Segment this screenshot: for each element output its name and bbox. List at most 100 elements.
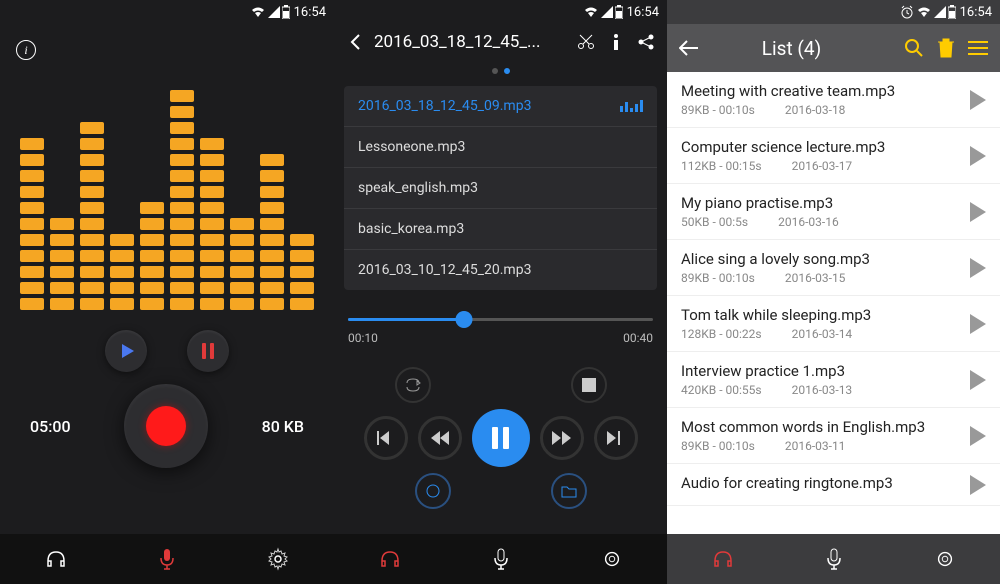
play-item-button[interactable] [970, 370, 986, 390]
trash-icon [938, 38, 954, 58]
pager-dots [334, 60, 667, 86]
file-name: Interview practice 1.mp3 [681, 362, 970, 380]
track-name: 2016_03_10_12_45_20.mp3 [358, 262, 531, 278]
info-button[interactable]: i [16, 40, 36, 60]
play-item-button[interactable] [970, 258, 986, 278]
file-size-duration: 89KB - 00:10s [681, 439, 755, 453]
bottom-nav [667, 534, 1000, 584]
file-name: Most common words in English.mp3 [681, 418, 970, 436]
speed-button[interactable] [415, 473, 451, 509]
cut-icon[interactable] [575, 33, 597, 51]
list-item[interactable]: Most common words in English.mp3 89KB - 0… [667, 408, 1000, 464]
list-item[interactable]: Tom talk while sleeping.mp3128KB - 00:22… [667, 296, 1000, 352]
play-item-button[interactable] [970, 426, 986, 446]
info-icon[interactable] [605, 33, 627, 51]
forward-button[interactable] [540, 416, 584, 460]
tab-record[interactable] [778, 534, 889, 584]
play-pause-button[interactable] [472, 409, 530, 467]
now-playing-icon [620, 100, 643, 112]
search-button[interactable] [904, 38, 924, 58]
gear-icon [601, 548, 623, 570]
back-button[interactable] [679, 40, 699, 56]
forward-icon [552, 431, 572, 445]
tab-listen[interactable] [667, 534, 778, 584]
list-item[interactable]: Meeting with creative team.mp389KB - 00:… [667, 72, 1000, 128]
file-date: 2016-03-15 [785, 271, 846, 285]
pause-button[interactable] [187, 330, 229, 372]
record-button[interactable] [124, 384, 208, 468]
share-icon[interactable] [635, 33, 657, 51]
file-size-duration: 420KB - 00:55s [681, 383, 762, 397]
battery-icon [282, 5, 290, 19]
stop-button[interactable] [571, 367, 607, 403]
play-item-button[interactable] [970, 90, 986, 110]
wifi-icon [916, 6, 932, 18]
file-name: Alice sing a lovely song.mp3 [681, 250, 970, 268]
next-track-button[interactable] [594, 416, 638, 460]
signal-icon [934, 6, 946, 18]
track-row[interactable]: 2016_03_18_12_45_09.mp3 [344, 86, 657, 127]
repeat-icon [404, 376, 422, 394]
track-row[interactable]: basic_korea.mp3 [344, 209, 657, 250]
rewind-icon [430, 431, 450, 445]
file-size: 80 KB [262, 417, 304, 436]
folder-button[interactable] [551, 473, 587, 509]
tab-listen[interactable] [0, 534, 111, 584]
microphone-icon [489, 547, 513, 571]
status-bar: 16:54 [334, 0, 667, 24]
status-time: 16:54 [960, 5, 992, 20]
repeat-button[interactable] [395, 367, 431, 403]
list-item[interactable]: Computer science lecture.mp3112KB - 00:1… [667, 128, 1000, 184]
file-date: 2016-03-18 [785, 103, 846, 117]
track-row[interactable]: Lessoneone.mp3 [344, 127, 657, 168]
play-button[interactable] [105, 330, 147, 372]
track-row[interactable]: speak_english.mp3 [344, 168, 657, 209]
play-item-button[interactable] [970, 475, 986, 495]
tab-record[interactable] [111, 534, 222, 584]
tab-settings[interactable] [556, 534, 667, 584]
track-list: 2016_03_18_12_45_09.mp3 Lessoneone.mp3 spe… [344, 86, 657, 290]
file-name: My piano practise.mp3 [681, 194, 970, 212]
file-date: 2016-03-17 [792, 159, 853, 173]
list-item[interactable]: Alice sing a lovely song.mp3 89KB - 00:10… [667, 240, 1000, 296]
track-name: basic_korea.mp3 [358, 221, 464, 237]
microphone-icon [155, 547, 179, 571]
back-button[interactable] [344, 33, 366, 51]
tab-record[interactable] [445, 534, 556, 584]
track-name: speak_english.mp3 [358, 180, 478, 196]
delete-button[interactable] [938, 38, 954, 58]
rewind-button[interactable] [418, 416, 462, 460]
list-screen: 16:54 List (4) Meeting with creative tea… [667, 0, 1000, 584]
status-time: 16:54 [294, 5, 326, 20]
file-name: Meeting with creative team.mp3 [681, 82, 970, 100]
headphones-icon [378, 547, 402, 571]
status-bar: 16:54 [667, 0, 1000, 24]
signal-icon [601, 6, 613, 18]
play-item-button[interactable] [970, 202, 986, 222]
menu-button[interactable] [968, 40, 988, 56]
file-date: 2016-03-14 [792, 327, 853, 341]
track-row[interactable]: 2016_03_10_12_45_20.mp3 [344, 250, 657, 290]
list-item[interactable]: My piano practise.mp350KB - 00:5s2016-03… [667, 184, 1000, 240]
position-label: 00:10 [348, 331, 378, 345]
bottom-nav [334, 534, 667, 584]
track-name: Lessoneone.mp3 [358, 139, 465, 155]
recorder-screen: 16:54 i 05:00 80 KB [0, 0, 334, 584]
tab-settings[interactable] [889, 534, 1000, 584]
list-item[interactable]: Interview practice 1.mp3420KB - 00:55s20… [667, 352, 1000, 408]
gear-icon [266, 547, 290, 571]
headphones-icon [711, 547, 735, 571]
tab-listen[interactable] [334, 534, 445, 584]
file-size-duration: 128KB - 00:22s [681, 327, 762, 341]
seek-area: 00:10 00:40 [334, 290, 667, 353]
tab-settings[interactable] [223, 534, 334, 584]
file-size-duration: 112KB - 00:15s [681, 159, 762, 173]
stop-icon [582, 378, 596, 392]
list-item[interactable]: Audio for creating ringtone.mp3 [667, 464, 1000, 506]
seek-bar[interactable] [348, 318, 653, 321]
prev-track-button[interactable] [364, 416, 408, 460]
file-size-duration: 89KB - 00:10s [681, 271, 755, 285]
play-item-button[interactable] [970, 314, 986, 334]
play-item-button[interactable] [970, 146, 986, 166]
recordings-list[interactable]: Meeting with creative team.mp3 89KB - 00:… [667, 72, 1000, 534]
